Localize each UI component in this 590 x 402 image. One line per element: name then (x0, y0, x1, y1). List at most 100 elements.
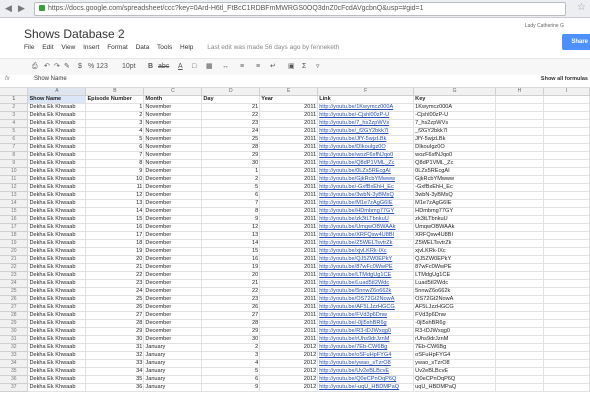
table-cell[interactable]: 18 (85, 239, 145, 248)
table-cell[interactable]: 21 (85, 263, 145, 272)
table-cell[interactable]: 2012 (259, 359, 319, 368)
row-number[interactable]: 37 (0, 383, 29, 392)
row-number[interactable]: 28 (0, 311, 29, 320)
table-cell[interactable]: http://youtu.be/oSFuHpFYG4 (317, 351, 415, 360)
table-cell[interactable]: 2011 (259, 287, 319, 296)
empty-cell[interactable] (543, 95, 590, 104)
table-cell[interactable]: 2012 (259, 383, 319, 392)
row-number[interactable]: 3 (0, 111, 29, 120)
row-number[interactable]: 18 (0, 231, 29, 240)
empty-cell[interactable] (543, 367, 590, 376)
table-cell[interactable]: Dekha Ek Khwaab (27, 143, 87, 152)
last-edit-link[interactable]: Last edit was made 56 days ago by fennek… (207, 44, 339, 51)
table-cell[interactable]: Dekha Ek Khwaab (27, 223, 87, 232)
table-cell[interactable]: DIkouIgz0O (413, 143, 497, 152)
row-number[interactable]: 2 (0, 103, 29, 112)
row-number[interactable]: 36 (0, 375, 29, 384)
menu-file[interactable]: File (24, 44, 34, 51)
table-cell[interactable]: 24 (201, 127, 261, 136)
table-cell[interactable]: http://youtu.be/Z5WELTsvtrZk (317, 239, 415, 248)
header-cell[interactable]: Show Name (27, 95, 87, 104)
merge-icon[interactable]: ↔ (222, 62, 229, 71)
table-cell[interactable]: http://youtu.be/QJ5ZW0EPkY (317, 255, 415, 264)
table-cell[interactable]: January (143, 359, 203, 368)
row-number[interactable]: 11 (0, 175, 29, 184)
table-cell[interactable]: 11 (85, 183, 145, 192)
header-cell[interactable]: Month (143, 95, 203, 104)
column-header[interactable]: D (201, 88, 261, 96)
table-cell[interactable]: 21 (201, 103, 261, 112)
show-all-formulas-link[interactable]: Show all formulas (541, 76, 588, 82)
empty-cell[interactable] (543, 287, 590, 296)
document-title[interactable]: Shows Database 2 (24, 27, 125, 41)
table-cell[interactable]: 28 (201, 319, 261, 328)
table-cell[interactable]: HDmbmg77GY (413, 207, 497, 216)
text-color-icon[interactable]: A (178, 62, 183, 71)
table-cell[interactable]: http://youtu.be/0LZs5REcgAI (317, 167, 415, 176)
table-cell[interactable]: 28 (85, 319, 145, 328)
row-number[interactable]: 14 (0, 199, 29, 208)
table-cell[interactable]: 2 (201, 343, 261, 352)
row-number[interactable]: 29 (0, 319, 29, 328)
table-cell[interactable]: Q8dP1VML_Zc (413, 159, 497, 168)
table-cell[interactable]: Dekha Ek Khwaab (27, 263, 87, 272)
table-cell[interactable]: 23 (85, 279, 145, 288)
table-cell[interactable]: R3-tDJWxqg0 (413, 327, 497, 336)
empty-cell[interactable] (543, 327, 590, 336)
table-cell[interactable]: QJ5ZW0EPkY (413, 255, 497, 264)
table-cell[interactable]: January (143, 383, 203, 392)
empty-cell[interactable] (495, 151, 544, 160)
table-cell[interactable]: 13 (85, 199, 145, 208)
table-cell[interactable]: 30 (201, 159, 261, 168)
empty-cell[interactable] (543, 351, 590, 360)
empty-cell[interactable] (495, 335, 544, 344)
table-cell[interactable]: Dekha Ek Khwaab (27, 159, 87, 168)
share-button[interactable]: Share (562, 34, 590, 50)
row-number[interactable]: 35 (0, 367, 29, 376)
table-cell[interactable]: ywao_sTzrO8 (413, 359, 497, 368)
table-cell[interactable]: 0LZs5REcgAI (413, 167, 497, 176)
select-all-corner[interactable] (0, 88, 29, 96)
table-cell[interactable]: 4 (85, 127, 145, 136)
empty-cell[interactable] (543, 303, 590, 312)
table-cell[interactable]: http://youtu.be/DIkouIgz0O (317, 143, 415, 152)
table-cell[interactable]: http://youtu.be/-0jl5shBR6g (317, 319, 415, 328)
table-cell[interactable]: 7Eb-CW6Bg (413, 343, 497, 352)
table-cell[interactable]: Dekha Ek Khwaab (27, 271, 87, 280)
header-cell[interactable]: Key (413, 95, 497, 104)
column-header[interactable]: I (543, 88, 590, 96)
back-arrow-icon[interactable]: ◀ (5, 3, 12, 13)
row-number[interactable]: 19 (0, 239, 29, 248)
empty-cell[interactable] (543, 375, 590, 384)
empty-cell[interactable] (543, 383, 590, 392)
empty-cell[interactable] (543, 175, 590, 184)
empty-cell[interactable] (495, 167, 544, 176)
empty-cell[interactable] (495, 343, 544, 352)
table-cell[interactable]: December (143, 255, 203, 264)
row-number[interactable]: 12 (0, 183, 29, 192)
empty-cell[interactable] (543, 127, 590, 136)
table-cell[interactable]: 23 (201, 119, 261, 128)
table-cell[interactable]: http://youtu.be/wozF6sfNJqo0 (317, 151, 415, 160)
table-cell[interactable]: 2011 (259, 175, 319, 184)
table-cell[interactable]: M1e7zAgG6IE (413, 199, 497, 208)
empty-cell[interactable] (543, 279, 590, 288)
print-icon[interactable]: ⎙ (32, 62, 38, 71)
row-number[interactable]: 15 (0, 207, 29, 216)
table-cell[interactable]: January (143, 351, 203, 360)
table-cell[interactable]: 2011 (259, 119, 319, 128)
table-cell[interactable]: Dekha Ek Khwaab (27, 367, 87, 376)
row-number[interactable]: 16 (0, 215, 29, 224)
table-cell[interactable]: http://youtu.be/7_hs2zpWVs (317, 119, 415, 128)
table-cell[interactable]: 15 (201, 247, 261, 256)
table-cell[interactable]: http://youtu.be/-Cjshl00zP-U (317, 111, 415, 120)
formula-input[interactable]: Show Name (34, 76, 67, 82)
table-cell[interactable]: -0jl5shBR6g (413, 319, 497, 328)
header-cell[interactable]: Day (201, 95, 261, 104)
empty-cell[interactable] (495, 215, 544, 224)
table-cell[interactable]: December (143, 239, 203, 248)
table-cell[interactable]: 6 (201, 375, 261, 384)
table-cell[interactable]: 25 (201, 135, 261, 144)
table-cell[interactable]: December (143, 231, 203, 240)
table-cell[interactable]: http://youtu.be/UmqwOBWAAk (317, 223, 415, 232)
